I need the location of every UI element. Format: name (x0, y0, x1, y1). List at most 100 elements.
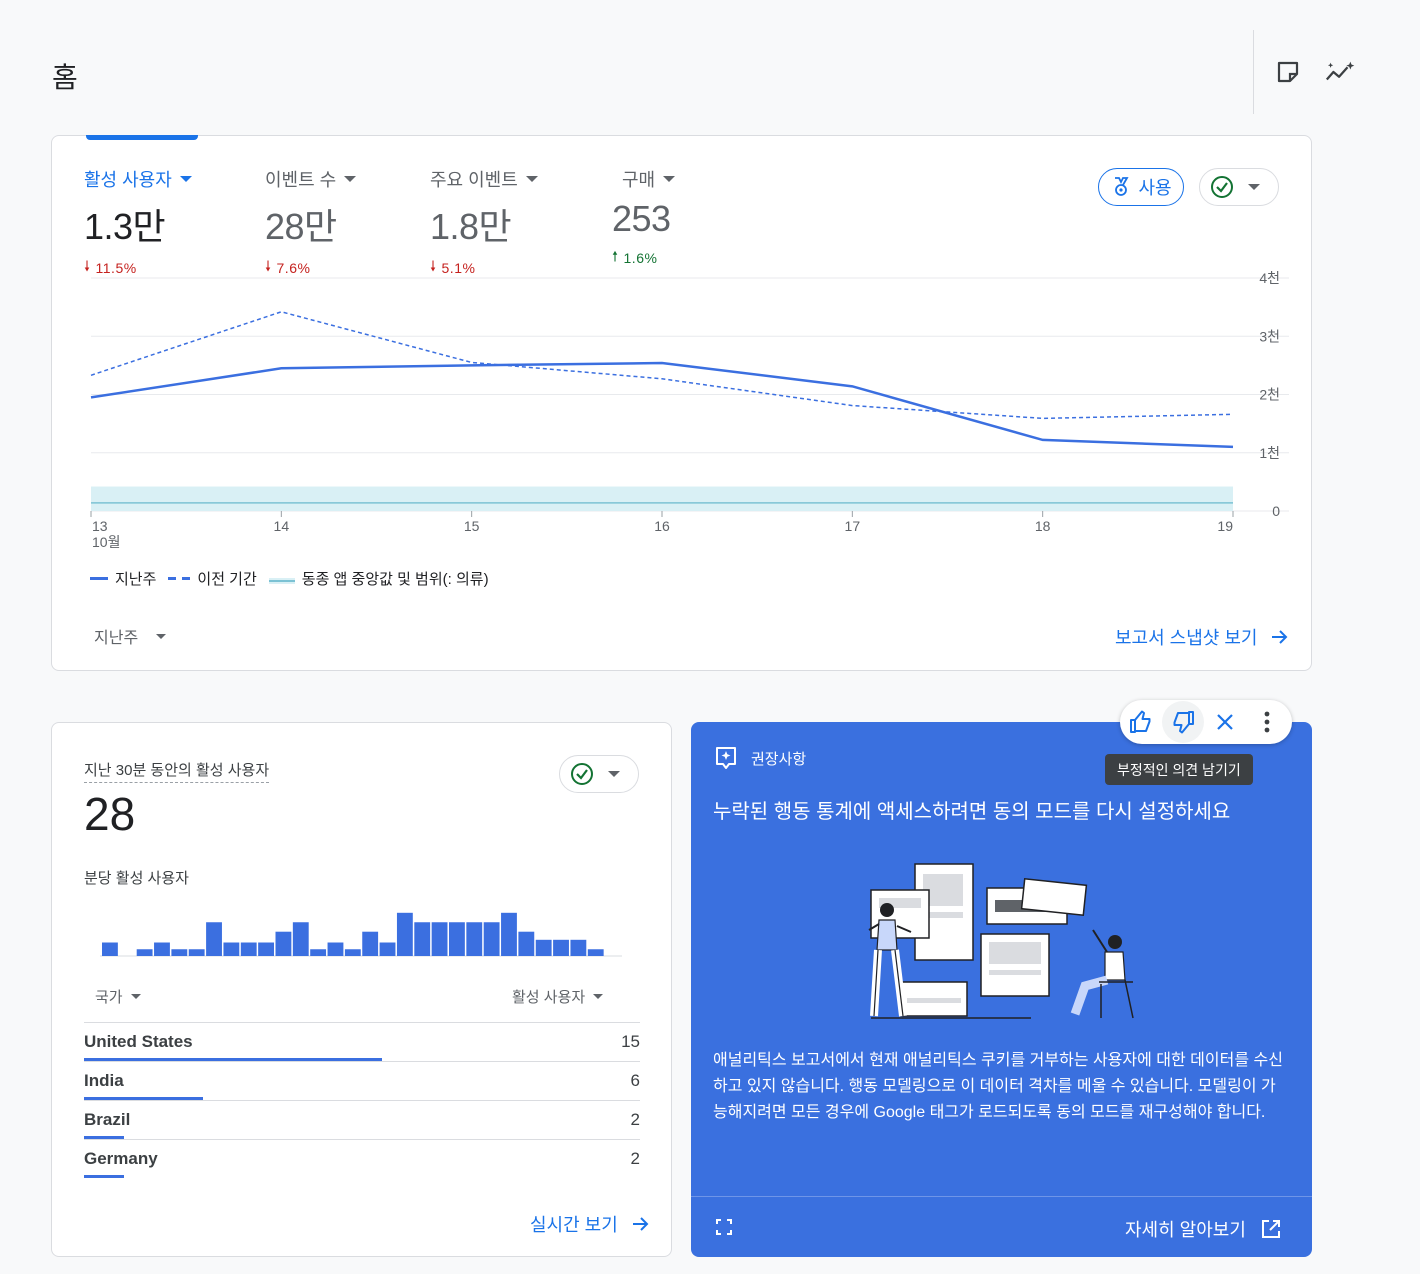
active-users-column-label: 활성 사용자 (512, 989, 586, 1006)
metric-value: 1.8만 (430, 206, 512, 247)
use-button[interactable]: 사용 (1098, 168, 1184, 206)
metric-value: 28만 (265, 206, 337, 247)
country-name: Brazil (84, 1110, 131, 1129)
realtime-card: 지난 30분 동안의 활성 사용자 28 분당 활성 사용자 국가 활성 사용자… (51, 722, 672, 1257)
selected-metric-indicator (86, 135, 198, 140)
realtime-value: 28 (84, 788, 136, 840)
learn-more-label: 자세히 알아보기 (1125, 1220, 1246, 1240)
recommendation-title: 누락된 행동 통계에 액세스하려면 동의 모드를 다시 설정하세요 (713, 801, 1231, 823)
metric-label: 구매 (622, 170, 656, 190)
more-vert-icon[interactable] (1246, 701, 1288, 743)
table-row[interactable]: United States 15 (84, 1022, 640, 1061)
country-users: 6 (630, 1071, 640, 1090)
recommendation-icon (716, 747, 736, 769)
metric-key-events[interactable]: 주요 이벤트 1.8만 🠗 5.1% (430, 166, 538, 280)
realtime-quality-dropdown[interactable] (559, 755, 639, 793)
minute-bar (553, 939, 569, 956)
learn-more-link[interactable]: 자세히 알아보기 (1125, 1216, 1282, 1242)
minute-bar (518, 931, 535, 956)
arrow-right-icon (632, 1217, 649, 1231)
overview-card: 활성 사용자 1.3만 🠗 11.5% 이벤트 수 28만 🠗 7.6% 주요 이벤… (51, 135, 1312, 671)
minute-bar (292, 922, 309, 956)
x-tick-label: 14 (274, 518, 290, 534)
metric-label: 주요 이벤트 (430, 170, 518, 190)
line-chart: 0 1천 2천 3천 4천 13 14 15 16 17 18 19 10월 (90, 270, 1289, 550)
minute-bar (362, 931, 379, 956)
metric-active-users[interactable]: 활성 사용자 1.3만 🠗 11.5% (84, 166, 192, 280)
country-column-header[interactable]: 국가 (95, 986, 141, 1007)
table-row[interactable]: India 6 (84, 1061, 640, 1100)
period-dropdown[interactable]: 지난주 (94, 624, 167, 648)
minute-bar (483, 922, 500, 956)
report-snapshot-link[interactable]: 보고서 스냅샷 보기 (1115, 624, 1289, 650)
realtime-link[interactable]: 실시간 보기 (530, 1211, 650, 1237)
minute-bar (102, 942, 118, 956)
metric-label: 이벤트 수 (265, 170, 337, 190)
country-users: 15 (621, 1032, 640, 1051)
minute-bar (431, 922, 448, 956)
series-line-previous (90, 311, 1234, 420)
caret-down-icon (156, 633, 167, 639)
caret-down-icon (663, 176, 676, 182)
recommendation-tag: 권장사항 (715, 746, 806, 770)
series-line-current (90, 361, 1234, 449)
open-in-new-icon (1261, 1220, 1280, 1238)
minute-bar (171, 949, 188, 956)
table-row[interactable]: Brazil 2 (84, 1100, 640, 1139)
y-tick-label: 0 (1272, 503, 1280, 519)
report-snapshot-label: 보고서 스냅샷 보기 (1115, 628, 1258, 648)
thumbs-down-icon[interactable] (1162, 701, 1204, 743)
insights-icon[interactable] (1324, 56, 1356, 88)
minute-bar (379, 942, 396, 956)
minute-bar (206, 922, 222, 956)
recommendation-body: 애널리틱스 보고서에서 현재 애널리틱스 쿠키를 거부하는 사용자에 대한 데이… (713, 1052, 1283, 1121)
minute-bar (154, 942, 170, 956)
expand-icon[interactable] (715, 1218, 733, 1241)
country-column-label: 국가 (95, 989, 123, 1006)
minute-bar (414, 922, 431, 956)
y-tick-label: 3천 (1259, 328, 1280, 344)
realtime-title[interactable]: 지난 30분 동안의 활성 사용자 (84, 759, 270, 783)
minute-bar (344, 949, 361, 956)
minute-bar (258, 942, 274, 956)
caret-down-icon (1248, 184, 1260, 190)
minute-bar (327, 942, 344, 956)
check-circle-icon (571, 763, 593, 785)
medal-icon (1115, 177, 1129, 196)
minute-bar (396, 912, 413, 956)
legend-dashed-swatch (168, 577, 191, 580)
minute-bar (223, 942, 240, 956)
page-title: 홈 (52, 62, 78, 93)
caret-down-icon (593, 994, 604, 999)
close-icon[interactable] (1204, 701, 1246, 743)
y-tick-label: 4천 (1259, 270, 1280, 286)
x-tick-label: 17 (845, 518, 861, 534)
metric-event-count[interactable]: 이벤트 수 28만 🠗 7.6% (265, 166, 357, 280)
active-users-column-header[interactable]: 활성 사용자 (512, 986, 604, 1007)
country-users: 2 (630, 1110, 640, 1129)
metric-purchases[interactable]: 구매 253 🠕 1.6% (612, 166, 676, 270)
notes-icon[interactable] (1272, 56, 1304, 88)
legend-band-swatch (268, 573, 295, 584)
thumbs-up-icon[interactable] (1120, 701, 1162, 743)
legend-benchmark: 동종 앱 중앙값 및 범위(: 의류) (301, 571, 489, 588)
minute-bar (136, 949, 153, 956)
x-tick-label: 18 (1035, 518, 1051, 534)
arrow-right-icon (1272, 630, 1288, 644)
realtime-link-label: 실시간 보기 (530, 1215, 618, 1235)
feedback-toolbar (1120, 700, 1292, 744)
use-button-label: 사용 (1138, 178, 1172, 198)
metric-value: 1.3만 (84, 206, 166, 247)
country-users: 2 (630, 1149, 640, 1168)
country-share-bar (84, 1175, 124, 1178)
metric-value: 253 (612, 198, 671, 239)
x-tick-label: 13 (92, 518, 108, 534)
data-quality-dropdown[interactable] (1199, 168, 1279, 206)
recommendation-divider (691, 1196, 1312, 1197)
legend-solid-swatch (90, 577, 108, 580)
x-tick-label: 19 (1217, 518, 1233, 534)
metric-label: 활성 사용자 (84, 170, 172, 190)
minute-bar (275, 931, 292, 956)
table-row[interactable]: Germany 2 (84, 1139, 640, 1178)
caret-down-icon (130, 994, 141, 999)
